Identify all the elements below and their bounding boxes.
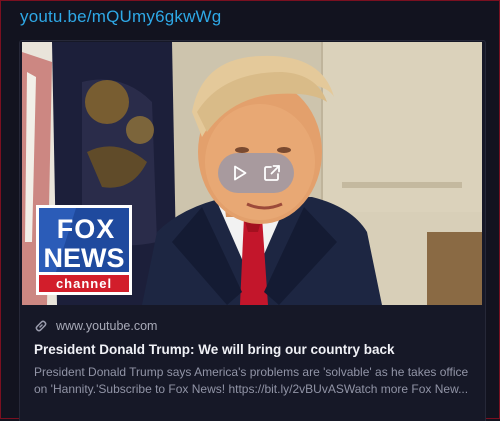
preview-domain[interactable]: www.youtube.com <box>56 319 157 333</box>
link-preview-card: FOX NEWS channel www.youtube.com Preside… <box>19 40 486 421</box>
fox-news-logo: FOX NEWS channel <box>36 205 132 295</box>
preview-title[interactable]: President Donald Trump: We will bring ou… <box>34 341 474 359</box>
play-button[interactable] <box>230 163 250 183</box>
chat-message-frame: youtu.be/mQUmy6gkwWg FOX NEWS channel ww… <box>0 0 500 421</box>
preview-description: President Donald Trump says America's pr… <box>34 365 469 396</box>
domain-row: www.youtube.com <box>34 317 474 335</box>
video-overlay-controls <box>218 153 294 193</box>
link-preview-meta: www.youtube.com President Donald Trump: … <box>34 317 474 398</box>
fox-logo-line3: channel <box>56 276 112 291</box>
message-link[interactable]: youtu.be/mQUmy6gkwWg <box>20 7 221 27</box>
play-icon <box>234 165 247 181</box>
open-external-button[interactable] <box>262 163 282 183</box>
fox-logo-line1: FOX <box>57 214 116 244</box>
link-icon <box>35 320 47 332</box>
fox-logo-line2: NEWS <box>44 243 125 273</box>
video-thumbnail[interactable]: FOX NEWS channel <box>22 42 482 305</box>
external-link-icon <box>264 165 280 181</box>
